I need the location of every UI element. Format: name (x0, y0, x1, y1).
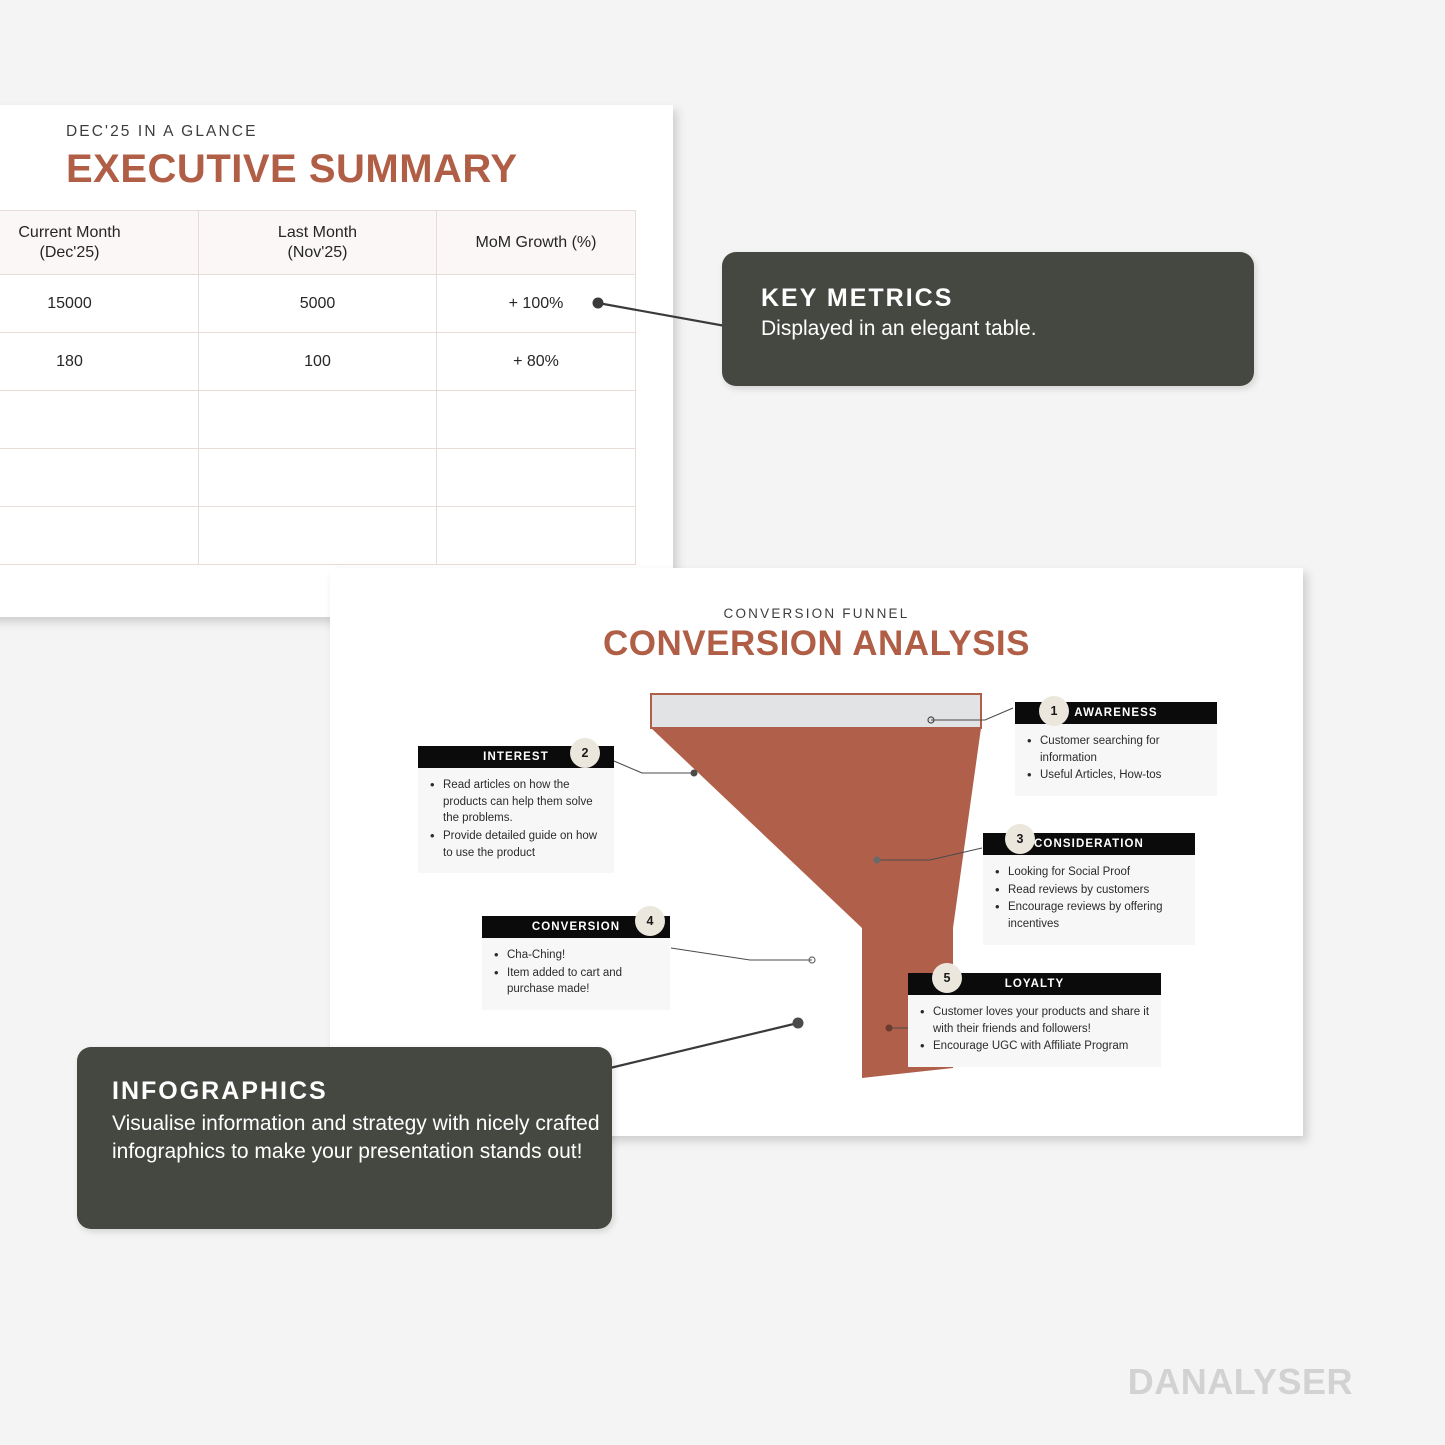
column-header-current-month: Current Month (Dec'25) (0, 210, 199, 275)
funnel-step-loyalty[interactable]: 5 LOYALTY Customer loves your products a… (908, 963, 1161, 1068)
step-number-badge: 2 (570, 738, 600, 768)
list-item: Customer searching for information (1027, 732, 1207, 766)
list-item: Useful Articles, How-tos (1027, 766, 1207, 784)
column-header-last-month: Last Month (Nov'25) (198, 210, 437, 275)
list-item: Customer loves your products and share i… (920, 1003, 1151, 1037)
executive-summary-header: DEC'25 IN A GLANCE EXECUTIVE SUMMARY (66, 123, 518, 190)
header-line-1: Last Month (277, 223, 358, 241)
callout-key-metrics[interactable]: KEY METRICS Displayed in an elegant tabl… (722, 252, 1254, 386)
slide-preview-canvas: DEC'25 IN A GLANCE EXECUTIVE SUMMARY Cur… (0, 0, 1445, 1445)
table-row (0, 448, 636, 507)
callout-infographics[interactable]: INFOGRAPHICS Visualise information and s… (77, 1047, 612, 1229)
cell-last-month (198, 390, 437, 449)
step-number-badge: 3 (1005, 824, 1035, 854)
step-number-badge: 5 (932, 963, 962, 993)
list-item: Item added to cart and purchase made! (494, 964, 660, 998)
header-line-2: (Dec'25) (39, 243, 100, 261)
cell-current-month: 15000 (0, 274, 199, 333)
leader-dot-5 (885, 1024, 893, 1032)
exec-title: EXECUTIVE SUMMARY (66, 147, 518, 191)
header-line-2: (Nov'25) (287, 243, 348, 261)
list-item: Encourage reviews by offering incentives (995, 898, 1185, 932)
cell-mom-growth (436, 506, 636, 565)
header-line-1: Current Month (18, 223, 121, 241)
table-row: 15000 5000 + 100% (0, 274, 636, 333)
funnel-step-interest[interactable]: 2 INTEREST Read articles on how the prod… (418, 738, 614, 874)
list-item: Read reviews by customers (995, 881, 1185, 899)
funnel-step-conversion[interactable]: 4 CONVERSION Cha-Ching! Item added to ca… (482, 906, 670, 1011)
brand-watermark: DANALYSER (1127, 1361, 1353, 1402)
cell-current-month (0, 448, 199, 507)
cell-last-month (198, 448, 437, 507)
step-bullet-list: Read articles on how the products can he… (418, 768, 614, 873)
cell-last-month: 100 (198, 332, 437, 391)
funnel-step-awareness[interactable]: 1 AWARENESS Customer searching for infor… (1015, 696, 1217, 797)
cell-mom-growth (436, 448, 636, 507)
step-number-badge: 1 (1039, 696, 1069, 726)
column-header-mom-growth: MoM Growth (%) (436, 210, 636, 275)
list-item: Provide detailed guide on how to use the… (430, 827, 604, 861)
header-line-1: MoM Growth (%) (475, 233, 597, 251)
callout-title: INFOGRAPHICS (112, 1077, 328, 1105)
list-item: Encourage UGC with Affiliate Program (920, 1037, 1151, 1055)
cell-current-month (0, 506, 199, 565)
key-metrics-table: Current Month (Dec'25) Last Month (Nov'2… (0, 210, 636, 565)
step-bullet-list: Customer searching for information Usefu… (1015, 724, 1217, 796)
callout-body: Visualise information and strategy with … (112, 1112, 600, 1163)
funnel-step-consideration[interactable]: 3 CONSIDERATION Looking for Social Proof… (983, 824, 1195, 945)
cell-mom-growth: + 80% (436, 332, 636, 391)
cell-mom-growth: + 100% (436, 274, 636, 333)
list-item: Read articles on how the products can he… (430, 776, 604, 827)
callout-body: Displayed in an elegant table. (761, 317, 1037, 340)
table-row (0, 506, 636, 565)
cell-last-month: 5000 (198, 274, 437, 333)
list-item: Cha-Ching! (494, 946, 660, 964)
cell-mom-growth (436, 390, 636, 449)
exec-eyebrow: DEC'25 IN A GLANCE (66, 123, 258, 140)
executive-summary-slide[interactable]: DEC'25 IN A GLANCE EXECUTIVE SUMMARY Cur… (0, 105, 673, 617)
leader-dot-2 (690, 769, 698, 777)
table-row (0, 390, 636, 449)
step-bullet-list: Customer loves your products and share i… (908, 995, 1161, 1067)
table-row: 180 100 + 80% (0, 332, 636, 391)
cell-current-month: 180 (0, 332, 199, 391)
cell-last-month (198, 506, 437, 565)
list-item: Looking for Social Proof (995, 863, 1185, 881)
cell-current-month (0, 390, 199, 449)
step-bullet-list: Cha-Ching! Item added to cart and purcha… (482, 938, 670, 1010)
step-bullet-list: Looking for Social Proof Read reviews by… (983, 855, 1195, 945)
leader-dot-3 (873, 856, 881, 864)
table-header-row: Current Month (Dec'25) Last Month (Nov'2… (0, 210, 636, 275)
callout-title: KEY METRICS (761, 284, 954, 312)
step-number-badge: 4 (635, 906, 665, 936)
